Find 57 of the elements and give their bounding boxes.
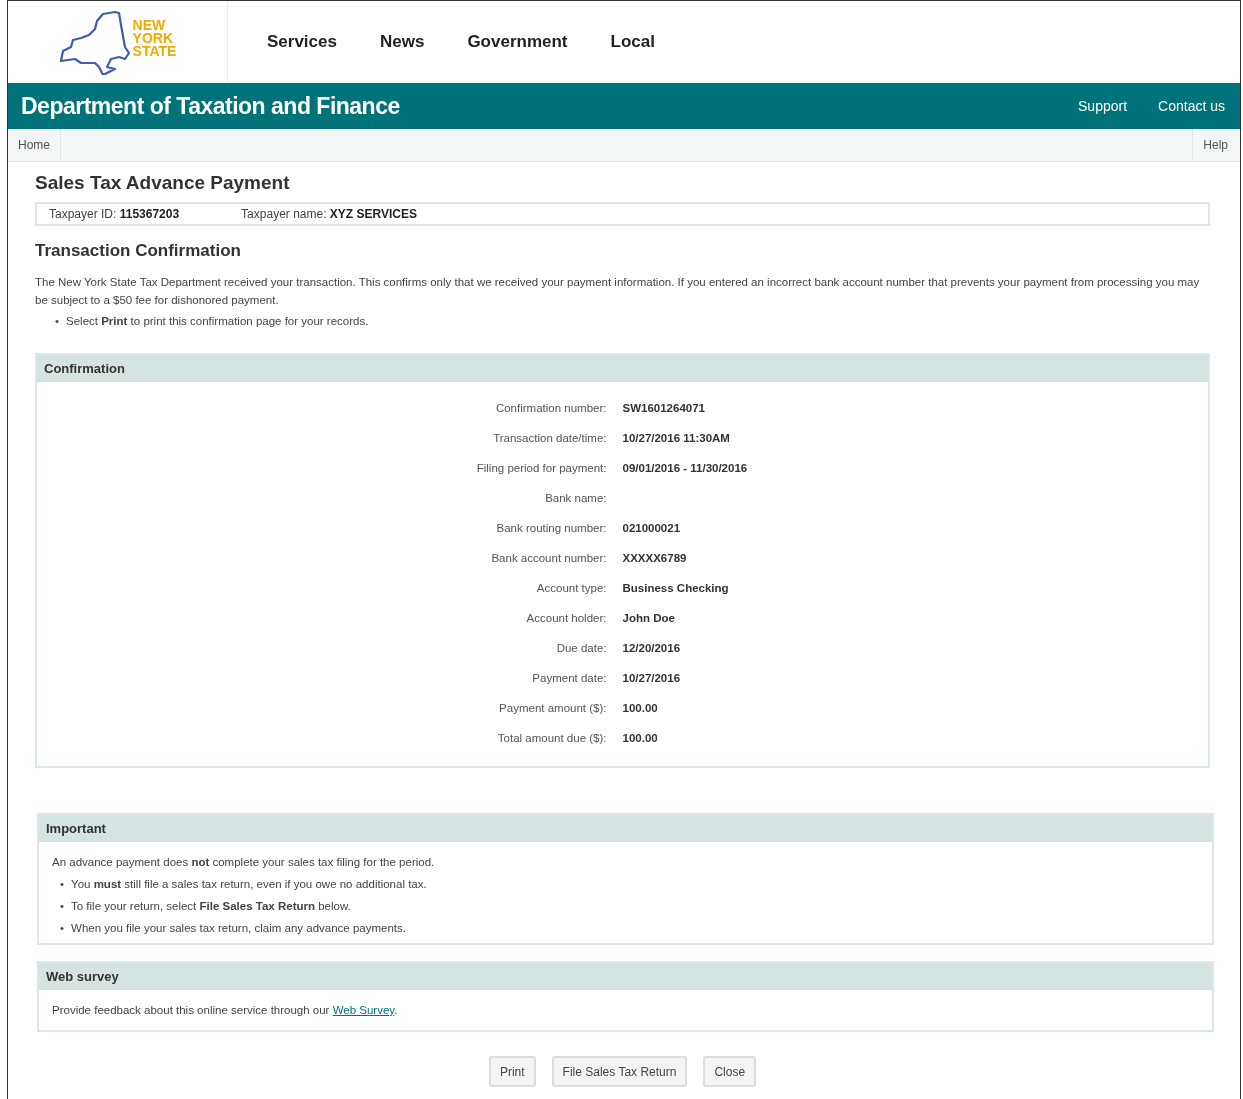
field-value: 10/27/2016 bbox=[622, 671, 682, 686]
panel-header: Web survey bbox=[39, 963, 1212, 990]
bullet-marker: • bbox=[55, 314, 60, 329]
panel-header: Confirmation bbox=[37, 355, 1208, 382]
header-link[interactable]: Contact us bbox=[1158, 98, 1225, 114]
instruction-item: Select Print to print this confirmation page for your records. bbox=[66, 314, 369, 329]
field-label: Payment amount ($): bbox=[498, 701, 608, 716]
field-label: Payment date: bbox=[531, 671, 608, 686]
help-link[interactable]: Help bbox=[1192, 129, 1240, 161]
bullet-marker: • bbox=[60, 877, 65, 892]
field-label: Bank account number: bbox=[490, 551, 608, 566]
field-value: 021000021 bbox=[622, 521, 682, 536]
field-value: 12/20/2016 bbox=[622, 641, 682, 656]
survey-text: Provide feedback about this online service through our Web Survey. bbox=[52, 1003, 399, 1018]
field-value: SW1601264071 bbox=[622, 401, 706, 416]
field-label: Confirmation number: bbox=[494, 401, 608, 416]
notice-text: An advance payment does not complete your sales tax filing for the period. bbox=[52, 855, 436, 870]
nav-link[interactable]: Local bbox=[610, 32, 655, 52]
field-label: Due date: bbox=[555, 641, 608, 656]
field-value: 100.00 bbox=[622, 701, 659, 716]
field-label: Filing period for payment: bbox=[475, 461, 608, 476]
bullet-marker: • bbox=[60, 899, 65, 914]
field-value: 100.00 bbox=[622, 731, 659, 746]
logo-text: YORK bbox=[132, 31, 175, 45]
action-button[interactable]: Close bbox=[703, 1056, 757, 1087]
logo-text: STATE bbox=[132, 44, 177, 58]
field-label: Bank routing number: bbox=[495, 521, 608, 536]
field-value: John Doe bbox=[622, 611, 676, 626]
field-label: Account type: bbox=[535, 581, 608, 596]
notice-item: To file your return, select File Sales Tax Return below. bbox=[71, 899, 351, 914]
field-value: 09/01/2016 - 11/30/2016 bbox=[622, 461, 749, 476]
header-link[interactable]: Support bbox=[1078, 98, 1128, 114]
taxpayer-field: Taxpayer ID: 115367203 bbox=[49, 207, 180, 221]
state-map-icon bbox=[58, 9, 131, 75]
bullet-marker: • bbox=[60, 921, 65, 936]
department-title: Department of Taxation and Finance bbox=[21, 92, 401, 120]
page-title: Sales Tax Advance Payment bbox=[35, 172, 291, 194]
panel-header: Important bbox=[39, 815, 1212, 842]
nav-link[interactable]: Government bbox=[467, 32, 568, 52]
logo-text: NEW bbox=[132, 18, 167, 32]
home-link[interactable]: Home bbox=[8, 129, 61, 161]
field-label: Total amount due ($): bbox=[496, 731, 608, 746]
field-label: Bank name: bbox=[544, 491, 608, 506]
nav-link[interactable]: News bbox=[379, 32, 425, 52]
field-value: Business Checking bbox=[622, 581, 730, 596]
field-value: XXXXX6789 bbox=[622, 551, 688, 566]
notice-item: When you file your sales tax return, claim any advance payments. bbox=[71, 921, 406, 936]
notice-item: You must still file a sales tax return, even if you owe no additional tax. bbox=[71, 877, 427, 892]
field-label: Account holder: bbox=[525, 611, 608, 626]
taxpayer-field: Taxpayer name: XYZ SERVICES bbox=[241, 207, 417, 221]
action-button[interactable]: Print bbox=[488, 1056, 536, 1087]
nav-link[interactable]: Services bbox=[267, 32, 337, 52]
intro-paragraph: The New York State Tax Department received your transaction. This confirms only that we received your payment information. If you entered an incorrect bank account number that prevents your payment from processing you may be subject to a $50 fee for dishonored payment. bbox=[35, 275, 1201, 308]
action-button[interactable]: File Sales Tax Return bbox=[551, 1056, 688, 1087]
section-title: Transaction Confirmation bbox=[35, 241, 242, 261]
field-label: Transaction date/time: bbox=[492, 431, 608, 446]
field-value: 10/27/2016 11:30AM bbox=[622, 431, 731, 446]
